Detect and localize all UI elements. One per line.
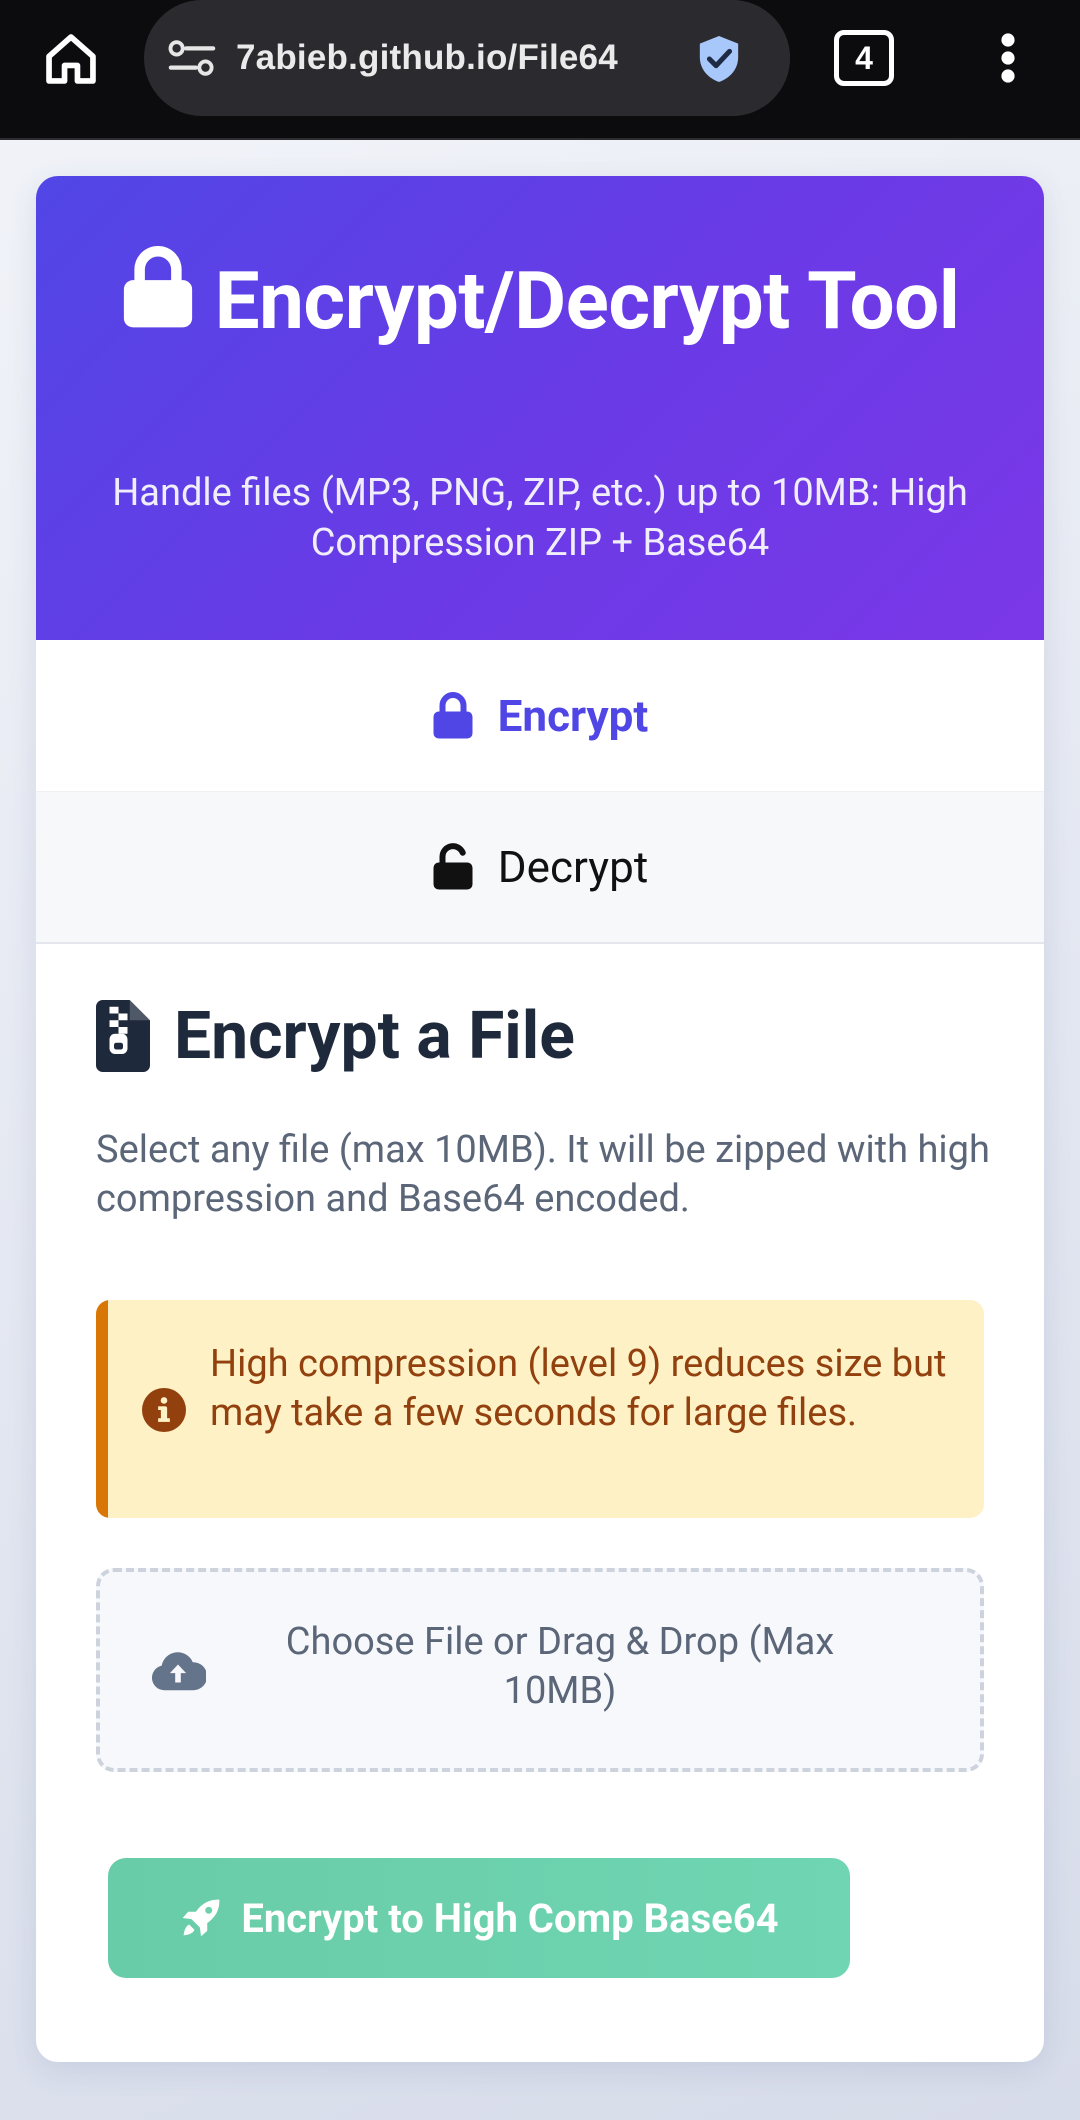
page-subtitle: Handle files (MP3, PNG, ZIP, etc.) up to… [112,471,968,565]
shield-check-icon[interactable] [694,31,744,87]
compression-notice: High compression (level 9) reduces size … [96,1300,984,1518]
site-settings-icon[interactable] [164,33,220,83]
browser-toolbar: 7abieb.github.io/File64 4 [0,0,1080,140]
tab-decrypt[interactable]: Decrypt [36,792,1044,944]
tab-decrypt-label: Decrypt [497,841,649,893]
notice-accent-bar [96,1300,108,1518]
more-vert-icon[interactable] [980,28,1036,88]
lock-icon [432,691,474,740]
section-description: Select any file (max 10MB). It will be z… [96,1128,990,1221]
tool-card: Encrypt/Decrypt Tool Handle files (MP3, … [36,176,1044,2062]
page-title-text: Encrypt/Decrypt Tool [214,254,960,348]
rocket-icon [179,1896,223,1940]
address-bar[interactable]: 7abieb.github.io/File64 [144,0,790,116]
page-header: Encrypt/Decrypt Tool Handle files (MP3, … [36,176,1044,640]
file-dropzone[interactable]: Choose File or Drag & Drop (Max 10MB) [96,1568,984,1772]
home-icon[interactable] [36,24,106,94]
notice-text: High compression (level 9) reduces size … [210,1342,947,1435]
section-title-text: Encrypt a File [174,997,575,1075]
tab-encrypt-label: Encrypt [497,689,649,742]
tab-encrypt[interactable]: Encrypt [36,640,1044,792]
file-zipper-icon [96,1000,150,1072]
lock-icon [121,246,195,352]
cloud-upload-icon [150,1648,208,1692]
encrypt-button-label: Encrypt to High Comp Base64 [241,1894,779,1942]
page-title: Encrypt/Decrypt Tool [76,246,1004,352]
encrypt-button[interactable]: Encrypt to High Comp Base64 [108,1858,850,1978]
section-title: Encrypt a File [96,996,575,1076]
dropzone-label[interactable]: Choose File or Drag & Drop (Max 10MB) [250,1618,870,1716]
unlock-icon [432,843,474,891]
info-circle-icon [142,1388,186,1432]
tab-switcher-button[interactable]: 4 [834,30,894,86]
